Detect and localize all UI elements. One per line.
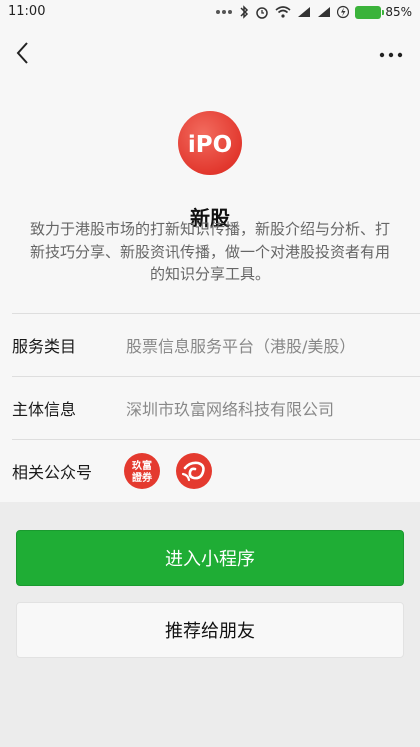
svg-text:iPO: iPO xyxy=(188,132,232,158)
ipo-logo-icon: iPO xyxy=(188,132,232,158)
profile-panel: iPO 新股 致力于港股市场的打新知识传播，新股介绍与分析、打新技巧分享、新股资… xyxy=(0,24,420,502)
signal-icon-2 xyxy=(318,7,331,17)
more-dots-icon xyxy=(379,52,403,58)
alarm-icon xyxy=(256,7,269,19)
battery-percent: 85% xyxy=(385,5,412,19)
service-category-row: 服务类目 股票信息服务平台（港股/美股） xyxy=(0,314,420,376)
dots-icon xyxy=(216,10,233,14)
recommend-to-friend-button[interactable]: 推荐给朋友 xyxy=(16,602,404,658)
jiufu-securities-icon: 玖富 證券 xyxy=(132,459,153,484)
wifi-icon xyxy=(275,6,291,18)
app-description: 致力于港股市场的打新知识传播，新股介绍与分析、打新技巧分享、新股资讯传播，做一个… xyxy=(29,220,390,283)
enter-mini-program-button[interactable]: 进入小程序 xyxy=(16,530,404,586)
entity-info-value: 深圳市玖富网络科技有限公司 xyxy=(126,400,335,419)
more-button[interactable] xyxy=(378,46,404,58)
charging-icon xyxy=(337,5,350,19)
back-button[interactable] xyxy=(12,40,36,66)
chevron-left-icon xyxy=(16,42,28,64)
related-accounts-row: 相关公众号 玖富 證券 xyxy=(0,440,420,502)
swirl-icon xyxy=(181,461,205,482)
signal-icon xyxy=(298,7,311,17)
app-logo: iPO xyxy=(178,111,242,175)
battery-icon xyxy=(355,5,385,19)
battery: 85% xyxy=(355,5,412,19)
status-time: 11:00 xyxy=(8,4,46,19)
bluetooth-icon xyxy=(240,5,249,19)
status-icons: 85% xyxy=(215,3,412,21)
entity-info-row[interactable]: 主体信息 深圳市玖富网络科技有限公司 xyxy=(0,377,420,439)
action-area: 进入小程序 推荐给朋友 xyxy=(0,502,420,747)
service-category-value: 股票信息服务平台（港股/美股） xyxy=(126,337,356,356)
swirl-logo[interactable] xyxy=(176,453,212,489)
entity-info-label: 主体信息 xyxy=(12,400,77,419)
svg-text:玖富: 玖富 xyxy=(132,459,152,472)
svg-text:證券: 證券 xyxy=(132,471,153,484)
jiufu-securities-logo[interactable]: 玖富 證券 xyxy=(124,453,160,489)
service-category-label: 服务类目 xyxy=(12,337,77,356)
related-accounts-label: 相关公众号 xyxy=(12,463,93,482)
status-bar: 11:00 85% xyxy=(0,0,420,24)
